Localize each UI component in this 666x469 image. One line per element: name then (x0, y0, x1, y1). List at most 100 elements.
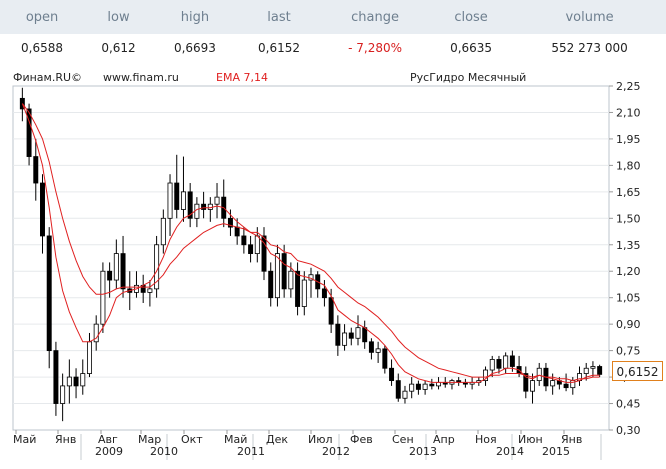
candle-body-down (597, 366, 603, 375)
candle-body-down (201, 203, 207, 210)
price-chart: Финам.RU© www.finam.ru EMA 7,14 РусГидро… (12, 71, 641, 460)
y-tick-label: 1,20 (616, 265, 641, 278)
candle-body-down (46, 235, 52, 352)
candle-body-up (301, 279, 307, 307)
header-low: low (84, 0, 153, 34)
value-low: 0,612 (101, 40, 136, 55)
y-axis: 2,25 2,10 1,95 1,80 1,65 1,50 1,35 1,20 1,05 0,90… (609, 80, 641, 437)
chart-source: Финам.RU© (13, 71, 82, 84)
y-tick-label: 1,65 (616, 186, 641, 199)
chart-site: www.finam.ru (103, 71, 179, 84)
x-year-label: 2010 (150, 445, 178, 458)
candle-body-up (355, 327, 361, 339)
candle-body-down (107, 270, 113, 281)
candle-body-down (415, 383, 421, 390)
candle-body-down (382, 348, 388, 369)
candle-body-down (395, 380, 401, 399)
candle-body-down (33, 156, 39, 184)
header-high: high (152, 0, 237, 34)
chart-indicator: EMA 7,14 (216, 71, 268, 84)
candle-body-up (160, 217, 166, 246)
candle-body-down (268, 270, 274, 299)
candle-body-down (53, 350, 59, 404)
y-tick-label: 1,05 (616, 292, 641, 305)
candle-body-down (496, 359, 502, 369)
candle-body-up (87, 341, 92, 374)
candle-body-up (503, 355, 509, 369)
plot-area (12, 85, 610, 431)
candle-body-down (120, 253, 126, 290)
quote-table: open low high last change close volume 0… (0, 0, 666, 61)
candle-body-up (342, 332, 348, 346)
x-year-label: 2011 (237, 445, 265, 458)
x-month-label: Янв (55, 433, 76, 446)
candle-body-down (40, 182, 45, 237)
candle-body-down (73, 376, 79, 387)
header-change: change (321, 0, 430, 34)
quote-values-row: 0,6588 0,612 0,6693 0,6152 - 7,280% 0,66… (0, 34, 666, 61)
candle-body-up (66, 376, 72, 387)
x-axis: Май Янв Авг Мар Окт Май Дек Июл Фев Сен Апр Ноя Июн Я… (13, 430, 602, 460)
value-close: 0,6635 (450, 40, 493, 55)
candle-body-up (530, 380, 535, 392)
value-open: 0,6588 (21, 40, 64, 55)
chart-title: РусГидро Месячный (410, 71, 526, 84)
candle-body-up (167, 182, 173, 219)
candle-body-up (590, 366, 596, 369)
header-open: open (0, 0, 85, 34)
x-year-label: 2013 (409, 445, 437, 458)
x-year-label: 2015 (542, 445, 570, 458)
y-tick-label: 1,95 (616, 133, 641, 146)
x-month-label: Дек (266, 433, 288, 446)
candle-body-up (402, 390, 408, 399)
header-volume: volume (513, 0, 666, 34)
candle-body-up (274, 253, 280, 299)
x-year-label: 2014 (496, 445, 524, 458)
candle-body-down (281, 253, 287, 290)
candle-body-down (328, 297, 334, 325)
candle-body-up (536, 367, 542, 382)
x-month-label: Окт (181, 433, 203, 446)
candle-body-up (214, 196, 220, 205)
candle-body-up (180, 191, 186, 210)
y-tick-label: 2,10 (616, 106, 641, 119)
candle-body-down (368, 341, 374, 353)
candle-body-up (583, 367, 589, 374)
candle-body-up (147, 288, 153, 293)
candle-body-up (100, 270, 106, 325)
y-tick-label: 1,35 (616, 239, 641, 252)
y-tick-label: 1,50 (616, 212, 641, 225)
candle-body-up (80, 373, 86, 387)
candle-body-up (489, 359, 495, 371)
value-change: - 7,280% (348, 40, 402, 55)
x-month-label: Май (13, 433, 36, 446)
candle-body-up (375, 348, 381, 353)
value-high: 0,6693 (173, 40, 216, 55)
candle-body-up (550, 380, 556, 387)
candle-body-up (288, 270, 294, 290)
candle-body-up (254, 235, 260, 254)
y-tick-label: 2,25 (616, 80, 641, 93)
quote-header-row: open low high last change close volume (0, 0, 666, 34)
candle-body-down (174, 182, 180, 210)
candle-body-down (563, 383, 569, 389)
candle-body-down (362, 327, 368, 343)
candle-body-down (241, 235, 247, 246)
candle-body-up (113, 253, 119, 281)
y-tick-label: 0,45 (616, 398, 641, 411)
x-month-label: Фев (350, 433, 373, 446)
header-close: close (429, 0, 514, 34)
candle-body-down (234, 226, 240, 237)
y-tick-label: 0,90 (616, 318, 641, 331)
candle-body-down (248, 244, 254, 254)
candle-body-up (409, 383, 415, 392)
y-tick-label: 0,30 (616, 424, 641, 437)
value-last: 0,6152 (258, 40, 301, 55)
last-price-badge: 0,6152 (612, 361, 663, 381)
x-month-label: Ноя (475, 433, 497, 446)
x-year-label: 2012 (322, 445, 350, 458)
candle-body-down (295, 270, 301, 307)
candle-body-down (321, 288, 327, 299)
candle-body-up (60, 385, 66, 404)
candle-body-down (509, 355, 515, 367)
